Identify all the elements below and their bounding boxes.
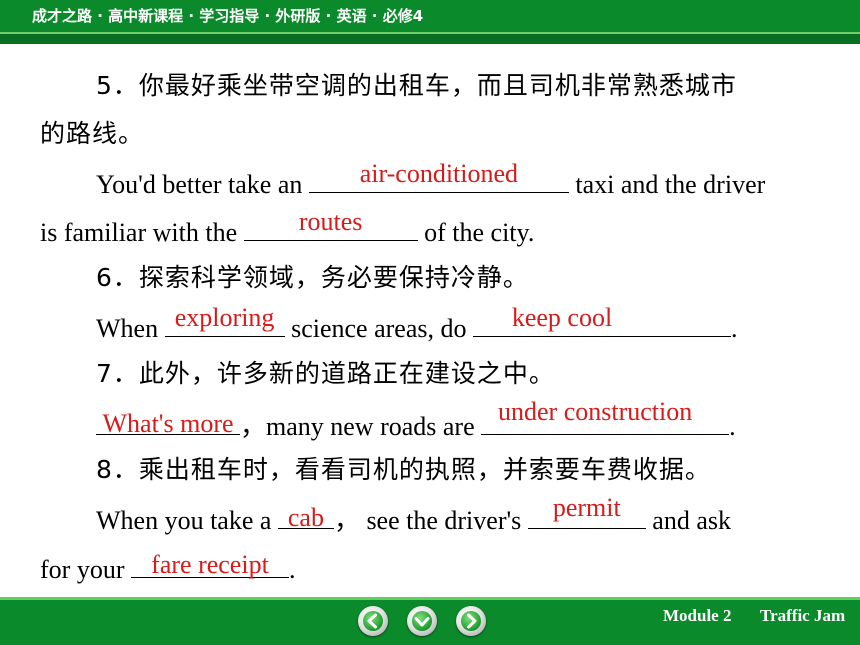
answer-text: permit (552, 493, 621, 522)
item-5-chinese: 5．你最好乘坐带空调的出租车，而且司机非常熟悉城市 (96, 71, 737, 100)
text-segment: is familiar with the (40, 218, 244, 247)
item-8-chinese: 8．乘出租车时，看看司机的执照，并索要车费收据。 (96, 455, 711, 484)
answer-text: air-conditioned (359, 159, 519, 188)
answer-blank: air-conditioned (308, 159, 569, 193)
answer-text: exploring (174, 303, 275, 332)
item-6-english: When exploring science areas, do keep co… (96, 303, 738, 345)
item-5-chinese-cont: 的路线。 (40, 119, 145, 148)
answer-blank: What's more (96, 408, 240, 438)
text-segment: for your (40, 555, 131, 584)
item-7-english: What's more ，many new roads are under con… (96, 397, 736, 443)
text-segment: taxi and the driver (568, 170, 766, 199)
text-segment: ， see the driver's (333, 506, 528, 535)
text-segment: . (729, 412, 736, 441)
text-segment: ，many new roads are (240, 412, 482, 441)
text-segment: You'd better take an (96, 170, 309, 199)
answer-text: under construction (498, 397, 693, 426)
text-segment: science areas, do (284, 314, 473, 343)
answer-blank: permit (527, 493, 646, 529)
down-button[interactable] (407, 606, 437, 636)
prev-button[interactable] (358, 606, 388, 636)
item-6-chinese: 6．探索科学领域，务必要保持冷静。 (96, 263, 529, 292)
answer-blank: fare receipt (130, 550, 289, 579)
item-5-english-line2: is familiar with the routes of the city. (40, 207, 535, 249)
answer-text: fare receipt (151, 550, 269, 579)
text-segment: When (96, 314, 165, 343)
item-8-english-line2: for your fare receipt. (40, 550, 296, 586)
answer-text: cab (287, 503, 324, 532)
answer-blank: keep cool (473, 303, 731, 337)
item-7-chinese: 7．此外，许多新的道路正在建设之中。 (96, 359, 555, 388)
text-segment: and ask (645, 506, 731, 535)
answer-text: routes (298, 207, 363, 236)
answer-blank: under construction (481, 397, 730, 435)
answer-blank: exploring (164, 303, 285, 337)
item-5-english-line1: You'd better take an air-conditioned tax… (96, 159, 766, 201)
next-button[interactable] (456, 606, 486, 636)
arrow-down-glyph (414, 617, 430, 627)
text-segment: . (731, 314, 738, 343)
text-segment: . (288, 555, 296, 584)
text-segment: When you take a (96, 506, 278, 535)
arrow-left-glyph (367, 613, 377, 629)
answer-text: What's more (102, 409, 234, 438)
answer-text: keep cool (511, 303, 613, 332)
answer-blank: cab (277, 502, 334, 532)
answer-blank: routes (243, 207, 418, 241)
exercise-content: 5．你最好乘坐带空调的出租车，而且司机非常熟悉城市 的路线。 You'd bet… (0, 0, 860, 600)
item-8-english-line1: When you take a cab ， see the driver's pe… (96, 493, 731, 537)
footer-unit: Traffic Jam (760, 606, 846, 625)
footer-module: Module 2 (663, 606, 732, 625)
text-segment: of the city. (417, 218, 535, 247)
arrow-right-glyph (467, 613, 477, 629)
